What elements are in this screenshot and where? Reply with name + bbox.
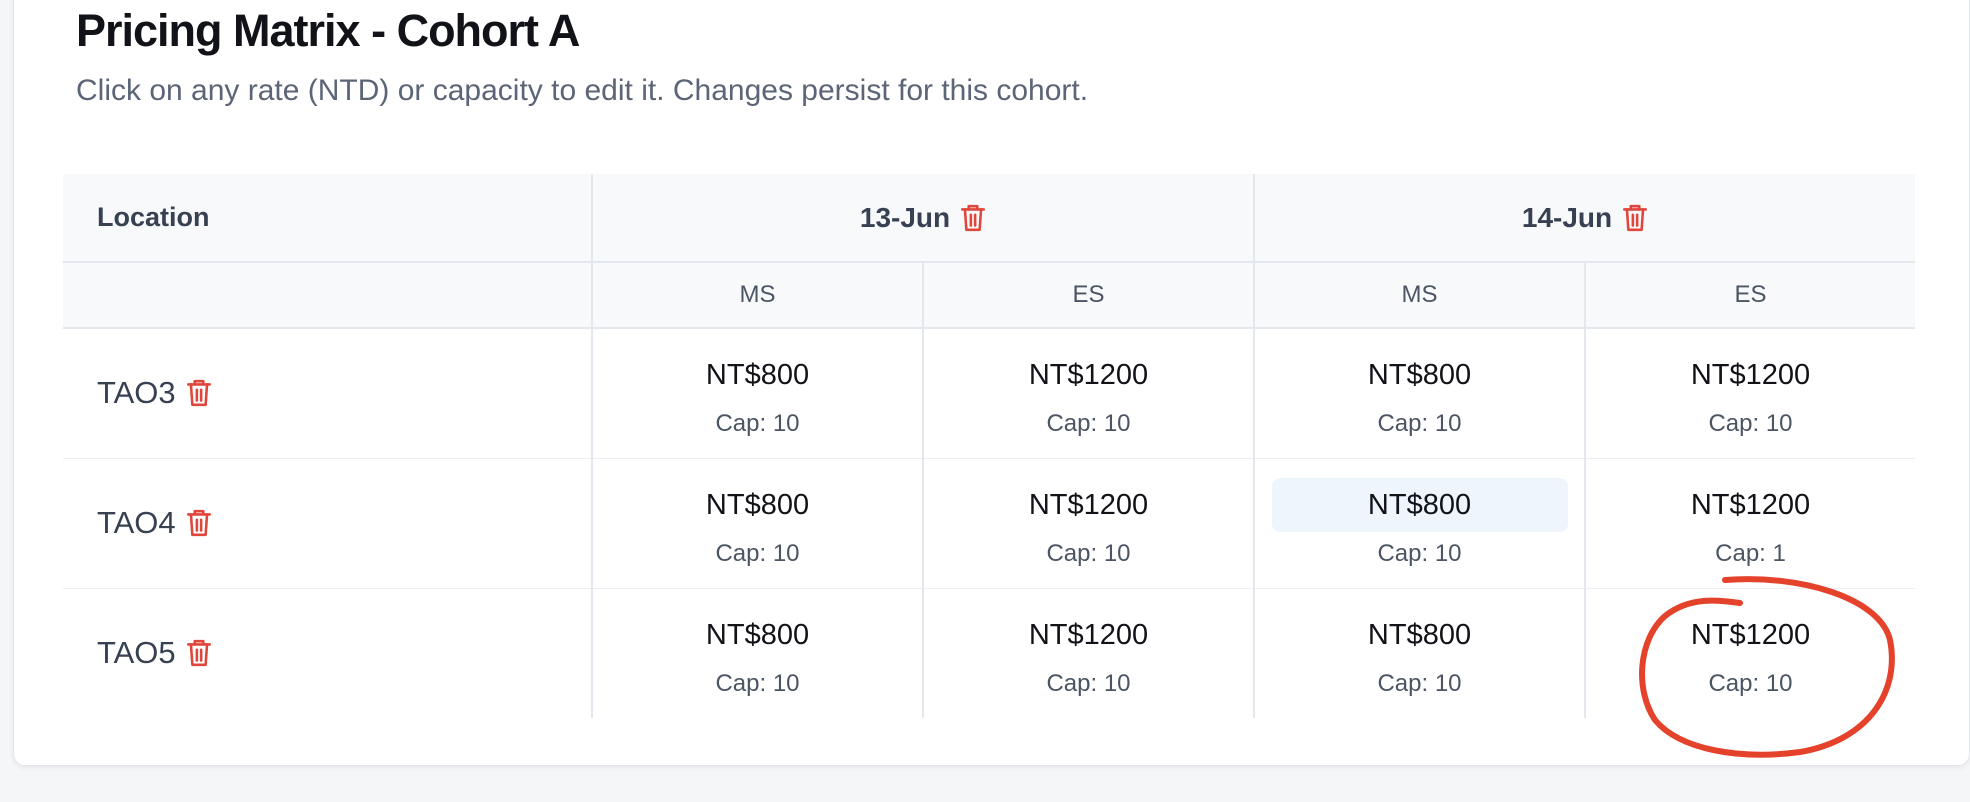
location-cell: TAO5	[63, 588, 592, 718]
rate-value[interactable]: NT$800	[610, 348, 906, 402]
rate-value[interactable]: NT$1200	[1603, 478, 1899, 532]
location-column-header: Location	[63, 174, 592, 263]
location-cell: TAO4	[63, 458, 592, 589]
session-header-ms: MS	[1253, 262, 1585, 329]
price-cell-annotated: NT$1200 Cap: 10	[1584, 588, 1915, 718]
rate-value[interactable]: NT$1200	[941, 478, 1237, 532]
session-header-ms: MS	[591, 262, 923, 329]
trash-icon[interactable]	[1622, 203, 1648, 233]
date-header-13-jun: 13-Jun	[591, 174, 1254, 263]
capacity-value[interactable]: Cap: 10	[593, 410, 922, 438]
price-cell: NT$800 Cap: 10	[591, 328, 923, 459]
rate-value-hovered[interactable]: NT$800	[1271, 478, 1568, 532]
date-label: 14-Jun	[1521, 201, 1613, 233]
capacity-value[interactable]: Cap: 10	[924, 410, 1253, 438]
rate-value[interactable]: NT$1200	[1603, 348, 1899, 402]
capacity-value[interactable]: Cap: 1	[1586, 540, 1915, 568]
location-name: TAO5	[97, 635, 176, 671]
rate-value[interactable]: NT$1200	[1603, 608, 1899, 662]
capacity-value[interactable]: Cap: 10	[924, 670, 1253, 698]
date-label: 13-Jun	[859, 201, 951, 233]
location-cell: TAO3	[63, 328, 592, 459]
date-header-14-jun: 14-Jun	[1253, 174, 1915, 263]
trash-icon[interactable]	[186, 508, 212, 538]
capacity-value[interactable]: Cap: 10	[1255, 410, 1584, 438]
price-cell: NT$800 Cap: 10	[1253, 458, 1585, 589]
price-cell: NT$1200 Cap: 10	[922, 328, 1254, 459]
rate-value[interactable]: NT$800	[1272, 348, 1568, 402]
rate-value[interactable]: NT$800	[610, 608, 906, 662]
price-cell: NT$1200 Cap: 1	[1584, 458, 1915, 589]
location-name: TAO4	[97, 505, 176, 540]
price-cell: NT$1200 Cap: 10	[922, 588, 1254, 718]
trash-icon[interactable]	[186, 638, 212, 668]
table-row: TAO3 NT$800 Cap: 10 NT$1200 Cap: 10 NT$8…	[63, 328, 1915, 459]
price-cell: NT$1200 Cap: 10	[1584, 328, 1915, 459]
location-name: TAO3	[97, 375, 176, 411]
price-cell: NT$800 Cap: 10	[1253, 588, 1585, 718]
price-cell: NT$800 Cap: 10	[1253, 328, 1585, 459]
price-cell: NT$800 Cap: 10	[591, 458, 923, 589]
table-row: TAO5 NT$800 Cap: 10 NT$1200 Cap: 10 NT$8…	[63, 588, 1915, 718]
session-header-es: ES	[1584, 262, 1915, 329]
rate-value[interactable]: NT$800	[1272, 608, 1568, 662]
capacity-value[interactable]: Cap: 10	[1586, 670, 1915, 698]
location-subheader-empty	[63, 262, 592, 329]
pricing-matrix: Location 13-Jun 14-Jun MS ES MS ES TAO3 …	[63, 174, 1915, 718]
capacity-value[interactable]: Cap: 10	[924, 540, 1253, 568]
trash-icon[interactable]	[186, 378, 212, 408]
trash-icon[interactable]	[960, 203, 986, 233]
capacity-value[interactable]: Cap: 10	[593, 670, 922, 698]
capacity-value[interactable]: Cap: 10	[1586, 410, 1915, 438]
page-title: Pricing Matrix - Cohort A	[76, 5, 580, 56]
rate-value[interactable]: NT$1200	[941, 348, 1237, 402]
rate-value[interactable]: NT$800	[610, 478, 906, 532]
page-subtitle: Click on any rate (NTD) or capacity to e…	[76, 74, 1089, 107]
price-cell: NT$1200 Cap: 10	[922, 458, 1254, 589]
price-cell: NT$800 Cap: 10	[591, 588, 923, 718]
capacity-value[interactable]: Cap: 10	[1255, 670, 1584, 698]
table-row: TAO4 NT$800 Cap: 10 NT$1200 Cap: 10 NT$8…	[63, 458, 1915, 589]
capacity-value[interactable]: Cap: 10	[1255, 540, 1584, 568]
session-header-es: ES	[922, 262, 1254, 329]
capacity-value[interactable]: Cap: 10	[593, 540, 922, 568]
rate-value[interactable]: NT$1200	[941, 608, 1237, 662]
